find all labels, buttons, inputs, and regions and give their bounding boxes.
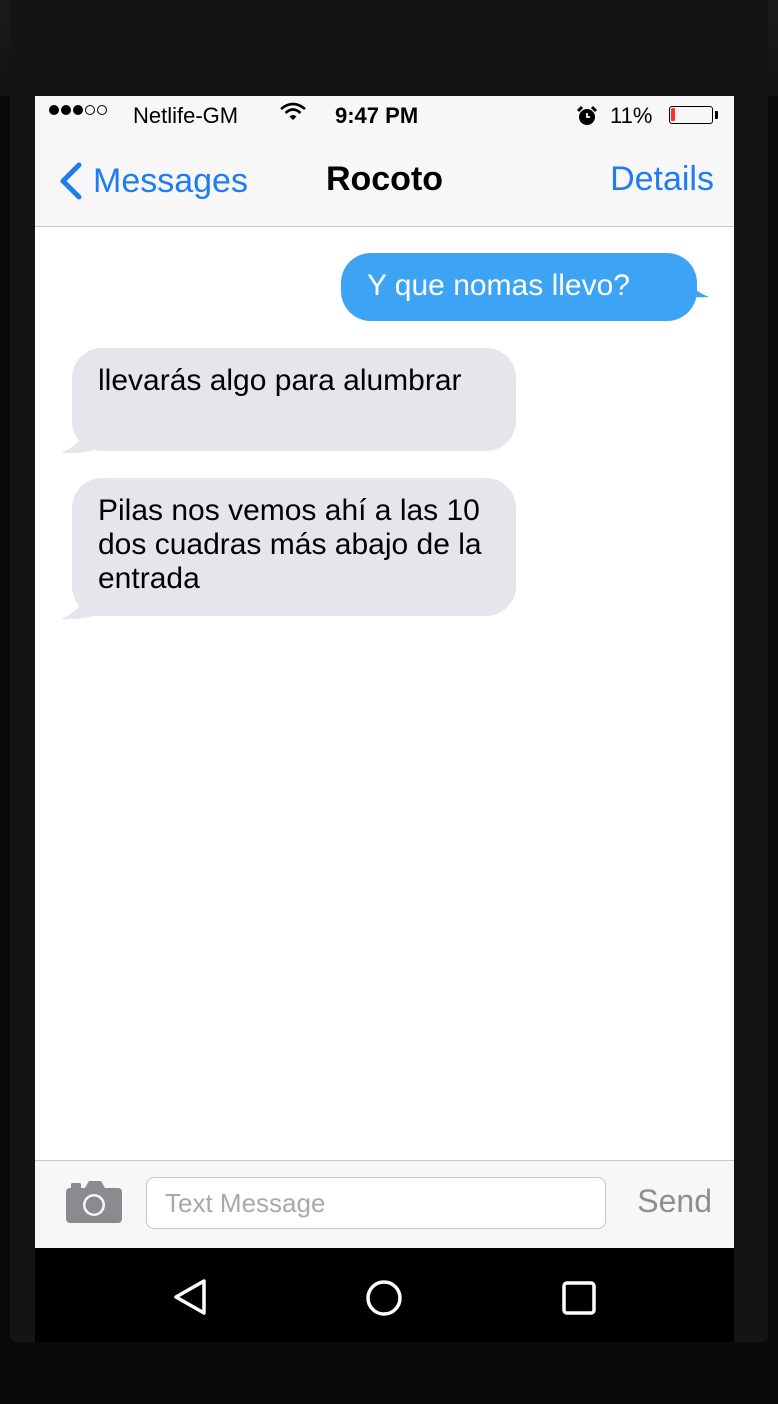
signal-dot xyxy=(97,105,107,115)
signal-dot xyxy=(85,105,95,115)
signal-strength-icon xyxy=(49,105,109,115)
message-bubble-sent[interactable]: Y que nomas llevo? xyxy=(341,253,697,321)
phone-screen: Netlife-GM 9:47 PM 11% Messages Rocoto D… xyxy=(35,96,734,1248)
android-navigation-bar xyxy=(35,1248,734,1342)
message-bubble-received[interactable]: Pilas nos vemos ahí a las 10 dos cuadras… xyxy=(72,478,516,616)
camera-button[interactable] xyxy=(65,1179,123,1225)
text-message-input[interactable] xyxy=(146,1177,606,1229)
details-button[interactable]: Details xyxy=(610,160,714,199)
conversation-header: Messages Rocoto Details xyxy=(35,136,734,227)
message-input-bar: Send xyxy=(35,1160,734,1248)
alarm-clock-icon xyxy=(575,104,599,134)
triangle-back-icon[interactable] xyxy=(172,1278,208,1316)
send-button[interactable]: Send xyxy=(637,1183,712,1220)
contact-name: Rocoto xyxy=(325,160,444,198)
signal-dot xyxy=(73,105,83,115)
circle-home-icon[interactable] xyxy=(365,1279,403,1317)
message-list: Y que nomas llevo? llevarás algo para al… xyxy=(35,227,734,1157)
battery-percentage: 11% xyxy=(610,103,653,128)
carrier-name: Netlife-GM xyxy=(133,103,239,128)
square-recents-icon[interactable] xyxy=(561,1280,597,1316)
battery-level-fill xyxy=(671,108,675,121)
status-bar: Netlife-GM 9:47 PM 11% xyxy=(35,96,734,136)
battery-icon xyxy=(669,106,713,124)
message-bubble-received[interactable]: llevarás algo para alumbrar xyxy=(72,348,516,451)
battery-tip xyxy=(715,111,718,119)
signal-dot xyxy=(49,105,59,115)
wifi-icon xyxy=(279,100,307,130)
signal-dot xyxy=(61,105,71,115)
camera-icon xyxy=(66,1181,122,1223)
status-time: 9:47 PM xyxy=(335,103,419,128)
